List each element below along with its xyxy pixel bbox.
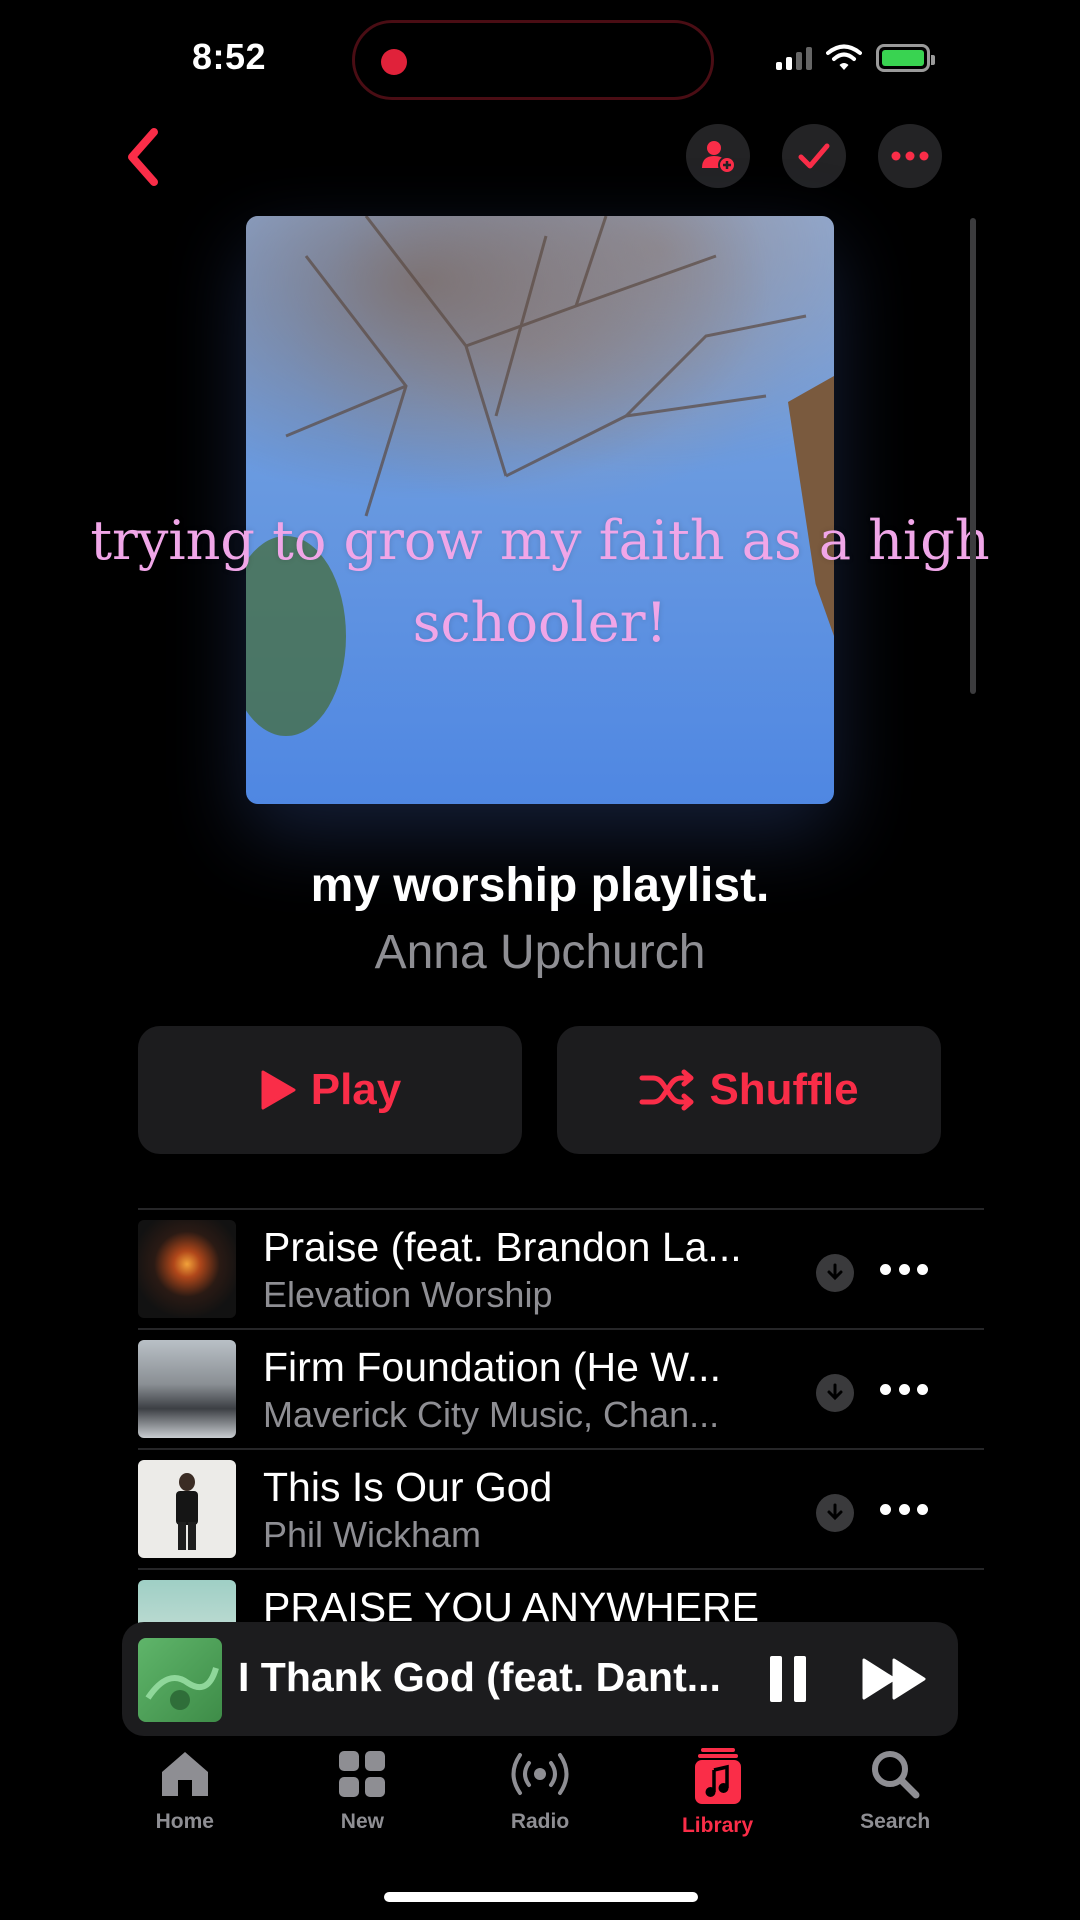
tab-home[interactable]: Home	[96, 1748, 274, 1858]
artwork-caption: trying to grow my faith as a high school…	[90, 509, 990, 654]
tab-search[interactable]: Search	[806, 1748, 984, 1858]
tab-label: Search	[860, 1810, 931, 1833]
branches-lines-graphic	[285, 216, 807, 517]
download-icon[interactable]	[816, 1494, 854, 1532]
song-artwork	[138, 1220, 236, 1318]
wifi-icon	[826, 44, 862, 70]
broadcast-icon	[511, 1753, 569, 1795]
song-title: This Is Our God	[263, 1464, 553, 1510]
now-playing-artwork	[138, 1638, 222, 1722]
play-icon	[261, 1070, 296, 1110]
play-label: Play	[310, 1065, 402, 1114]
ellipsis-icon	[891, 151, 929, 161]
play-button[interactable]: Play	[138, 1026, 522, 1154]
shuffle-button[interactable]: Shuffle	[557, 1026, 941, 1154]
tab-new[interactable]: New	[274, 1748, 452, 1858]
song-row[interactable]: PRAISE YOU ANYWHERE	[138, 1570, 984, 1630]
song-more-icon[interactable]	[880, 1254, 928, 1284]
playlist-owner[interactable]: Anna Upchurch	[0, 925, 1080, 980]
shuffle-label: Shuffle	[709, 1065, 859, 1114]
cellular-signal-icon	[776, 46, 812, 70]
add-person-icon	[702, 141, 736, 174]
tab-label: Radio	[510, 1810, 570, 1833]
scrollbar[interactable]	[970, 218, 976, 694]
more-options-button[interactable]	[878, 124, 942, 188]
status-time: 8:52	[192, 36, 267, 77]
tab-bar: Home New Radio Library Search	[96, 1748, 984, 1858]
recording-indicator-icon	[381, 49, 407, 75]
battery-icon	[876, 44, 935, 72]
tab-label: Library	[681, 1814, 754, 1837]
skip-forward-icon[interactable]	[862, 1656, 928, 1702]
add-collaborator-button[interactable]	[686, 124, 750, 188]
back-chevron-icon[interactable]	[118, 122, 168, 192]
checkmark-icon	[798, 143, 830, 169]
dynamic-island	[352, 20, 714, 100]
screen: 8:52 trying to grow my faith as a high s…	[0, 0, 1080, 1920]
song-artwork	[138, 1340, 236, 1438]
mini-player[interactable]: I Thank God (feat. Dant...	[122, 1622, 958, 1736]
song-row[interactable]: This Is Our God Phil Wickham	[138, 1450, 984, 1568]
pause-icon[interactable]	[770, 1656, 806, 1702]
house-icon	[161, 1752, 208, 1796]
download-icon[interactable]	[816, 1254, 854, 1292]
song-artist: Phil Wickham	[263, 1514, 482, 1555]
shuffle-icon	[639, 1069, 694, 1111]
home-indicator[interactable]	[384, 1892, 698, 1902]
done-button[interactable]	[782, 124, 846, 188]
song-row[interactable]: Firm Foundation (He W... Maverick City M…	[138, 1330, 984, 1448]
playlist-title: my worship playlist.	[310, 859, 770, 912]
tab-label: New	[340, 1810, 384, 1833]
tab-library[interactable]: Library	[629, 1748, 807, 1858]
song-more-icon[interactable]	[880, 1374, 928, 1404]
tab-label: Home	[155, 1810, 214, 1833]
song-artist: Maverick City Music, Chan...	[263, 1394, 720, 1435]
song-title: Praise (feat. Brandon La...	[263, 1224, 742, 1270]
song-title: Firm Foundation (He W...	[263, 1344, 721, 1390]
status-icons	[776, 44, 935, 72]
music-note-icon	[694, 1748, 741, 1804]
grid-icon	[339, 1751, 386, 1797]
magnifier-icon	[872, 1751, 920, 1799]
song-list: Praise (feat. Brandon La... Elevation Wo…	[138, 1208, 984, 1630]
song-more-icon[interactable]	[880, 1494, 928, 1524]
song-artwork	[138, 1460, 236, 1558]
tab-radio[interactable]: Radio	[451, 1748, 629, 1858]
song-artist: Elevation Worship	[263, 1274, 553, 1315]
now-playing-title: I Thank God (feat. Dant...	[238, 1654, 721, 1700]
download-icon[interactable]	[816, 1374, 854, 1412]
song-row[interactable]: Praise (feat. Brandon La... Elevation Wo…	[138, 1210, 984, 1328]
